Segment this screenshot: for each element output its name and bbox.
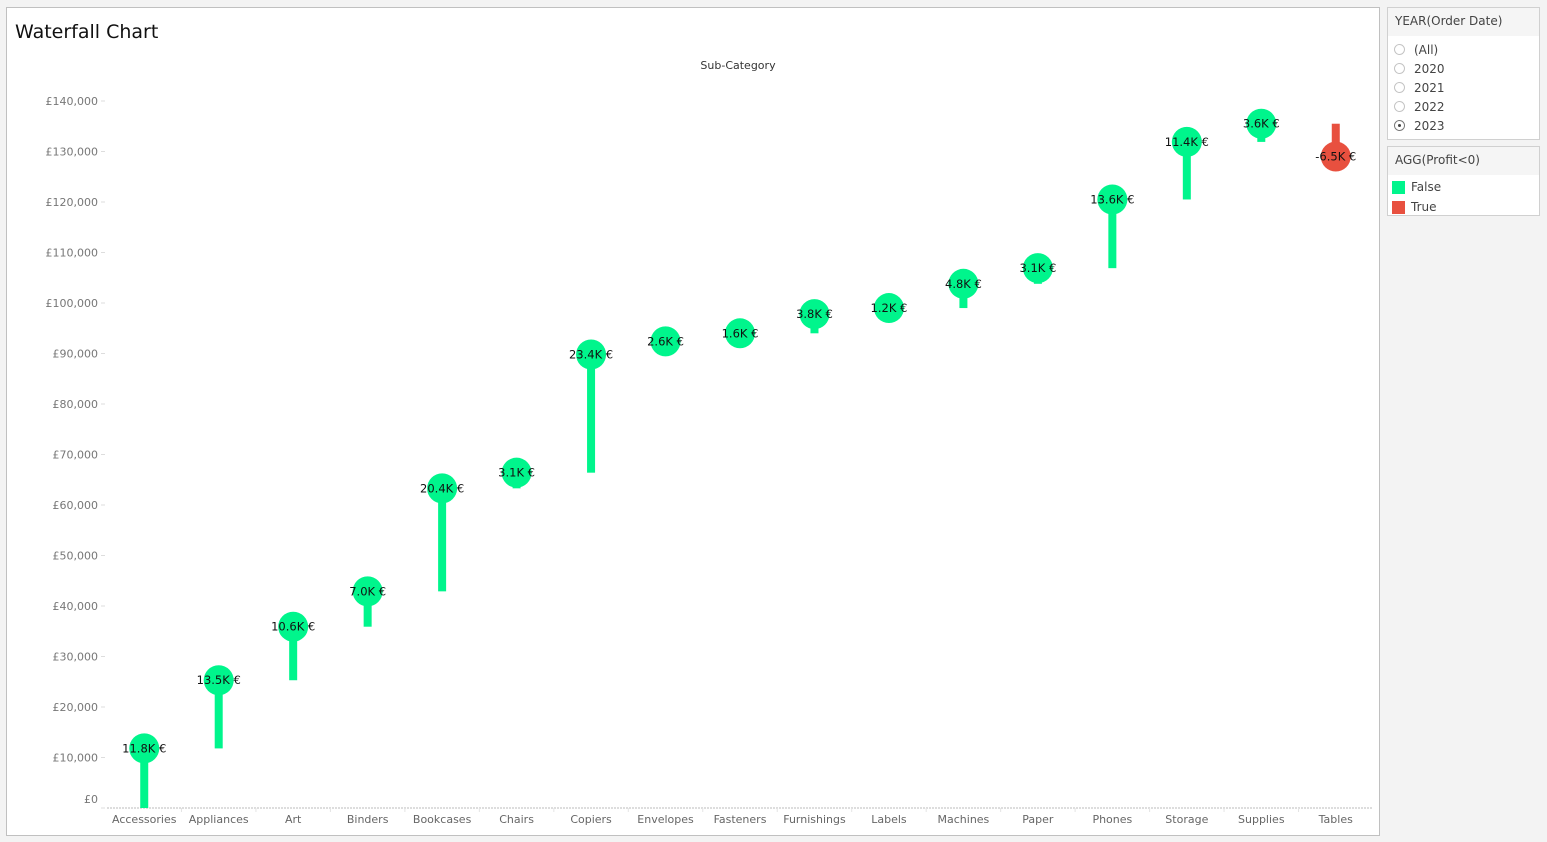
data-label: 23.4K € bbox=[569, 348, 613, 362]
data-label: 2.6K € bbox=[647, 334, 684, 348]
year-option-2022[interactable]: 2022 bbox=[1388, 97, 1539, 116]
radio-button[interactable] bbox=[1394, 120, 1405, 131]
data-label: 20.4K € bbox=[420, 481, 464, 495]
x-category-label: Appliances bbox=[189, 813, 249, 826]
x-category-label: Labels bbox=[871, 813, 907, 826]
data-label: 3.1K € bbox=[1019, 261, 1056, 275]
option-label: 2020 bbox=[1414, 61, 1445, 76]
legend-item-true[interactable]: True bbox=[1388, 197, 1539, 217]
y-tick-label: £10,000 bbox=[53, 752, 99, 765]
data-label: 3.1K € bbox=[498, 466, 535, 480]
x-category-label: Accessories bbox=[112, 813, 177, 826]
chart-worksheet: Waterfall Chart Sub-Category £0 £10,000 £2… bbox=[6, 7, 1380, 836]
option-label: (All) bbox=[1414, 42, 1439, 57]
radio-button[interactable] bbox=[1394, 82, 1405, 93]
color-legend-panel: AGG(Profit<0) False True bbox=[1387, 146, 1540, 216]
x-category-label: Art bbox=[285, 813, 302, 826]
data-label: 13.6K € bbox=[1090, 192, 1134, 206]
waterfall-bar-bookcases bbox=[438, 488, 447, 592]
year-filter-title: YEAR(Order Date) bbox=[1388, 8, 1539, 36]
legend-label: True bbox=[1411, 200, 1437, 214]
x-category-label: Fasteners bbox=[714, 813, 767, 826]
year-option-2020[interactable]: 2020 bbox=[1388, 59, 1539, 78]
legend-item-false[interactable]: False bbox=[1388, 177, 1539, 197]
radio-button[interactable] bbox=[1394, 44, 1405, 55]
legend-swatch bbox=[1392, 180, 1405, 194]
y-tick-label: £90,000 bbox=[53, 348, 99, 361]
y-tick-label: £120,000 bbox=[46, 196, 99, 209]
x-category-label: Bookcases bbox=[413, 813, 472, 826]
y-tick-label: £60,000 bbox=[53, 499, 99, 512]
option-label: 2022 bbox=[1414, 99, 1445, 114]
x-category-label: Tables bbox=[1318, 813, 1353, 826]
x-category-label: Paper bbox=[1022, 813, 1054, 826]
y-tick-label: £110,000 bbox=[46, 247, 99, 260]
data-label: 11.8K € bbox=[122, 741, 166, 755]
data-label: 13.5K € bbox=[197, 673, 241, 687]
data-label: 1.6K € bbox=[722, 326, 759, 340]
x-category-label: Supplies bbox=[1238, 813, 1285, 826]
data-label: 11.4K € bbox=[1165, 135, 1209, 149]
y-tick-label: £20,000 bbox=[53, 701, 99, 714]
x-category-label: Phones bbox=[1092, 813, 1132, 826]
radio-button[interactable] bbox=[1394, 101, 1405, 112]
x-category-label: Furnishings bbox=[783, 813, 846, 826]
option-label: 2021 bbox=[1414, 80, 1445, 95]
year-filter-panel: YEAR(Order Date) (All) 2020 2021 2022 2023 bbox=[1387, 7, 1540, 140]
data-label: 3.6K € bbox=[1243, 117, 1280, 131]
legend-swatch bbox=[1392, 200, 1405, 214]
y-tick-label: £0 bbox=[84, 793, 98, 806]
option-label: 2023 bbox=[1414, 118, 1445, 133]
year-option-2021[interactable]: 2021 bbox=[1388, 78, 1539, 97]
y-tick-label: £40,000 bbox=[53, 600, 99, 613]
y-tick-label: £100,000 bbox=[46, 297, 99, 310]
data-label: 3.8K € bbox=[796, 307, 833, 321]
data-label: 4.8K € bbox=[945, 277, 982, 291]
waterfall-bar-copiers bbox=[587, 354, 596, 473]
x-category-label: Machines bbox=[938, 813, 990, 826]
y-tick-label: £140,000 bbox=[46, 95, 99, 108]
x-category-label: Binders bbox=[347, 813, 389, 826]
data-label: -6.5K € bbox=[1315, 150, 1356, 164]
legend-title: AGG(Profit<0) bbox=[1388, 147, 1539, 175]
data-label: 10.6K € bbox=[271, 620, 315, 634]
y-tick-label: £70,000 bbox=[53, 449, 99, 462]
data-label: 7.0K € bbox=[349, 584, 386, 598]
waterfall-chart: £0 £10,000 £20,000 £30,000 £40,000 £50,000 £60… bbox=[46, 95, 1373, 826]
x-category-label: Storage bbox=[1165, 813, 1208, 826]
y-tick-label: £130,000 bbox=[46, 146, 99, 159]
data-label: 1.2K € bbox=[871, 301, 908, 315]
y-tick-label: £50,000 bbox=[53, 550, 99, 563]
x-category-label: Copiers bbox=[570, 813, 612, 826]
legend-label: False bbox=[1411, 180, 1442, 194]
radio-button[interactable] bbox=[1394, 63, 1405, 74]
y-tick-label: £30,000 bbox=[53, 651, 99, 664]
x-category-label: Envelopes bbox=[637, 813, 694, 826]
year-option-2023[interactable]: 2023 bbox=[1388, 116, 1539, 135]
year-option-all[interactable]: (All) bbox=[1388, 40, 1539, 59]
y-tick-label: £80,000 bbox=[53, 398, 99, 411]
x-category-label: Chairs bbox=[499, 813, 534, 826]
